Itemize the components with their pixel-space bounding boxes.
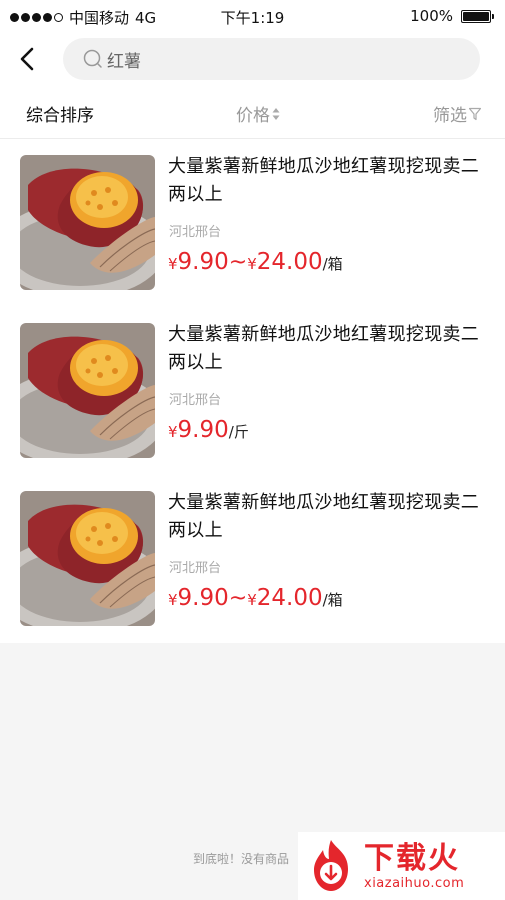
sort-composite-tab[interactable]: 综合排序 <box>26 101 94 126</box>
sort-arrows-icon <box>272 107 280 120</box>
currency-symbol: ¥ <box>247 591 257 609</box>
watermark-brand: 下载火 <box>364 840 460 876</box>
currency-symbol: ¥ <box>247 255 257 273</box>
sort-price-tab[interactable]: 价格 <box>236 101 280 126</box>
battery-percent: 100% <box>410 7 453 25</box>
sort-price-label: 价格 <box>236 106 270 126</box>
sort-bar: 综合排序 价格 筛选 <box>0 88 505 139</box>
currency-symbol: ¥ <box>168 255 178 273</box>
price-unit: /箱 <box>322 591 343 609</box>
search-input[interactable] <box>107 49 427 69</box>
product-title[interactable]: 大量紫薯新鲜地瓜沙地红薯现挖现卖二两以上 <box>168 321 493 377</box>
search-icon <box>83 49 102 68</box>
price-range-separator: ~ <box>228 586 248 611</box>
product-price: ¥ 9.90 ~ ¥ 24.00 /箱 <box>168 585 343 611</box>
product-price: ¥ 9.90 /斤 <box>168 417 249 443</box>
header: 中国移动 4G 下午1:19 100% 综合排序 价格 <box>0 0 505 139</box>
price-unit: /斤 <box>228 423 249 441</box>
filter-tab[interactable]: 筛选 <box>433 101 481 126</box>
sort-composite-label: 综合排序 <box>26 106 94 126</box>
product-location: 河北邢台 <box>169 393 222 408</box>
price-low: 9.90 <box>177 585 229 611</box>
product-image[interactable] <box>20 155 155 290</box>
price-low: 9.90 <box>177 417 229 443</box>
product-item[interactable]: 大量紫薯新鲜地瓜沙地红薯现挖现卖二两以上 河北邢台 ¥ 9.90 /斤 <box>0 307 505 475</box>
product-price: ¥ 9.90 ~ ¥ 24.00 /箱 <box>168 249 343 275</box>
status-bar: 中国移动 4G 下午1:19 100% <box>0 0 505 34</box>
product-title[interactable]: 大量紫薯新鲜地瓜沙地红薯现挖现卖二两以上 <box>168 153 493 209</box>
watermark: 下载火 xiazaihuo.com <box>298 832 505 900</box>
watermark-url: xiazaihuo.com <box>364 875 465 891</box>
search-box[interactable] <box>63 38 480 80</box>
price-high: 24.00 <box>256 249 323 275</box>
search-row <box>0 34 505 88</box>
price-range-separator: ~ <box>228 250 248 275</box>
currency-symbol: ¥ <box>168 591 178 609</box>
currency-symbol: ¥ <box>168 423 178 441</box>
product-item[interactable]: 大量紫薯新鲜地瓜沙地红薯现挖现卖二两以上 河北邢台 ¥ 9.90 ~ ¥ 24.… <box>0 139 505 307</box>
price-unit: /箱 <box>322 255 343 273</box>
price-low: 9.90 <box>177 249 229 275</box>
flame-logo-icon <box>314 840 348 891</box>
product-image[interactable] <box>20 323 155 458</box>
product-list: 大量紫薯新鲜地瓜沙地红薯现挖现卖二两以上 河北邢台 ¥ 9.90 ~ ¥ 24.… <box>0 139 505 643</box>
filter-label: 筛选 <box>433 106 467 126</box>
product-location: 河北邢台 <box>169 561 222 576</box>
product-title[interactable]: 大量紫薯新鲜地瓜沙地红薯现挖现卖二两以上 <box>168 489 493 545</box>
product-location: 河北邢台 <box>169 225 222 240</box>
product-image[interactable] <box>20 491 155 626</box>
product-item[interactable]: 大量紫薯新鲜地瓜沙地红薯现挖现卖二两以上 河北邢台 ¥ 9.90 ~ ¥ 24.… <box>0 475 505 643</box>
price-high: 24.00 <box>256 585 323 611</box>
back-arrow-icon[interactable] <box>16 45 42 73</box>
end-of-list-note: 到底啦！没有商品 <box>193 852 290 866</box>
battery-icon <box>461 9 494 23</box>
filter-icon <box>469 107 481 120</box>
